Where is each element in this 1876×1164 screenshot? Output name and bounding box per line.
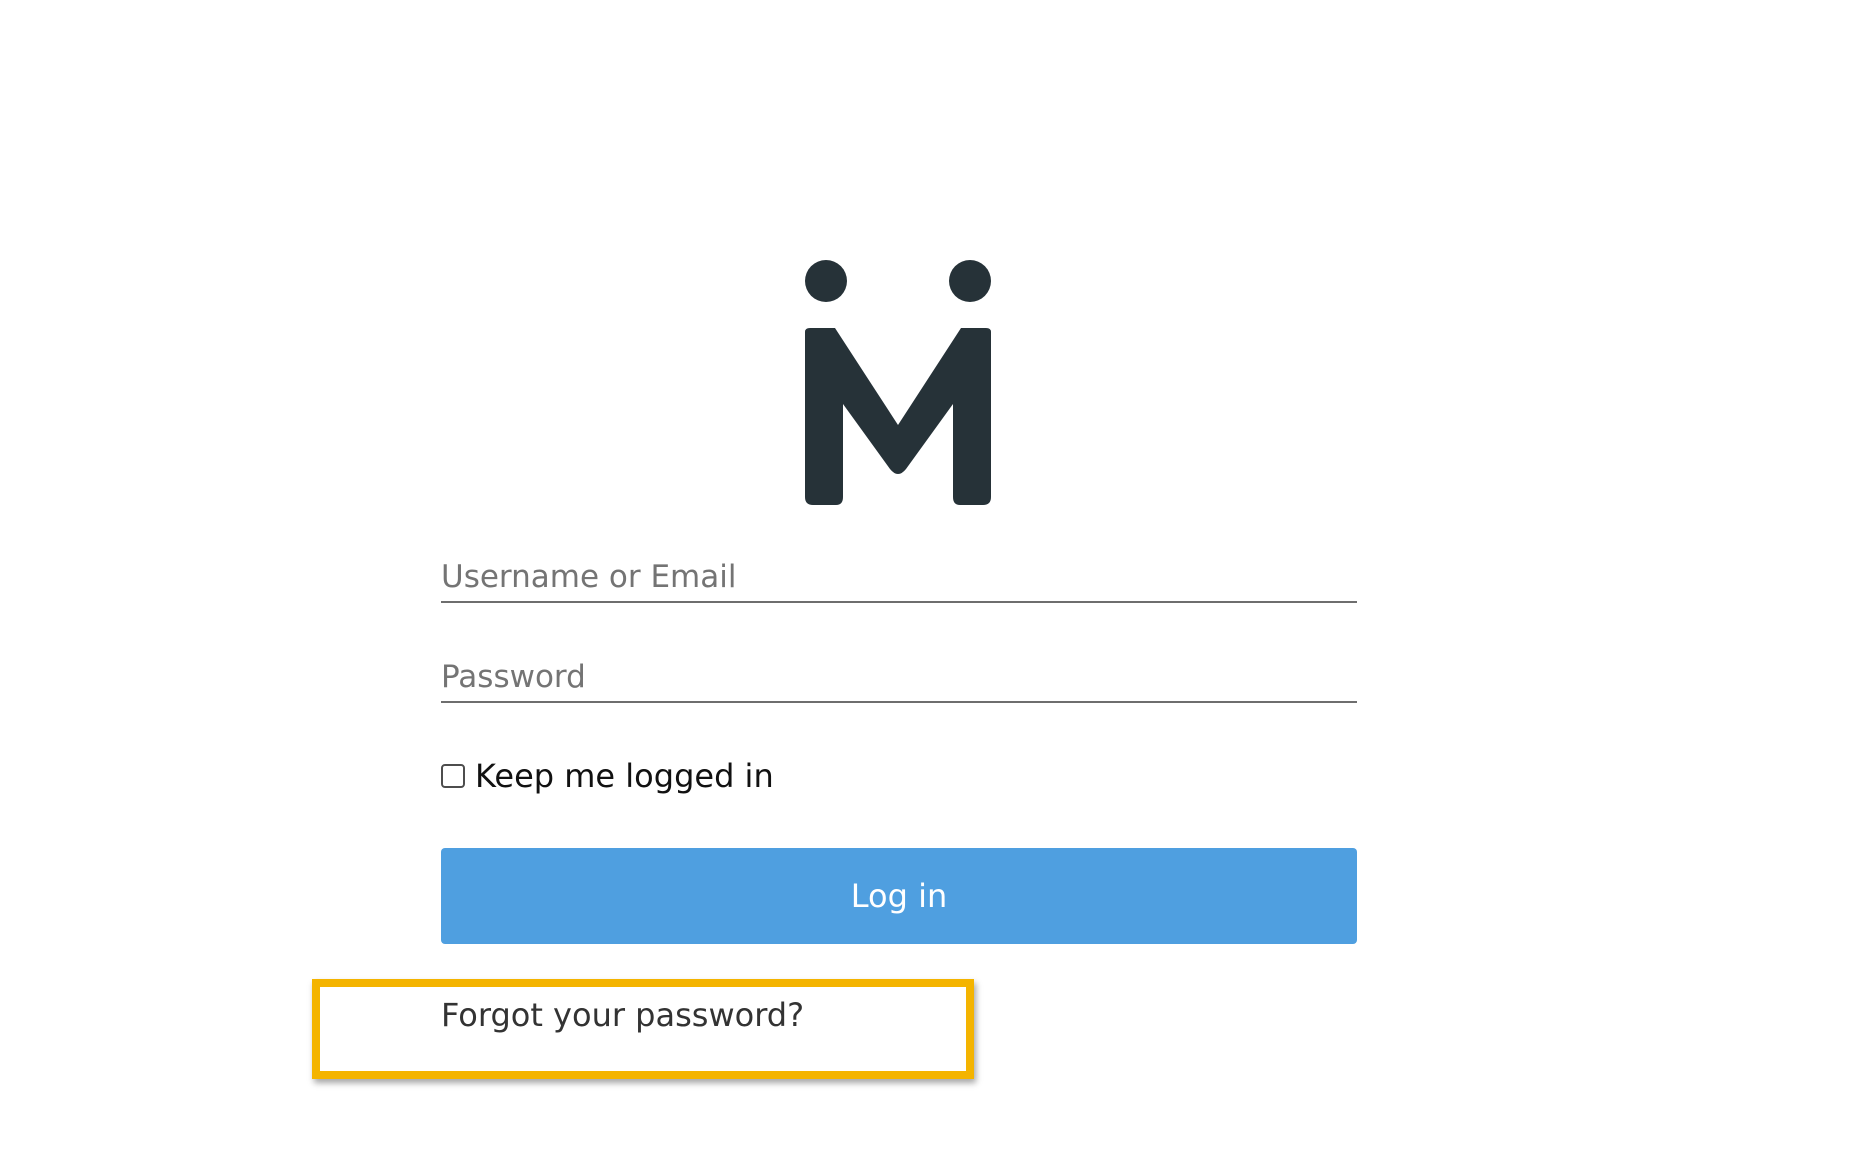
username-input[interactable]	[441, 559, 1357, 595]
forgot-password-link[interactable]: Forgot your password?	[441, 996, 804, 1034]
remember-me: Keep me logged in	[441, 756, 774, 796]
username-field	[441, 553, 1357, 603]
m-logo-icon	[805, 260, 991, 505]
remember-label[interactable]: Keep me logged in	[475, 757, 774, 795]
logo	[805, 259, 991, 505]
remember-checkbox[interactable]	[441, 764, 465, 788]
login-button[interactable]: Log in	[441, 848, 1357, 944]
password-field	[441, 653, 1357, 703]
password-input[interactable]	[441, 659, 1357, 695]
